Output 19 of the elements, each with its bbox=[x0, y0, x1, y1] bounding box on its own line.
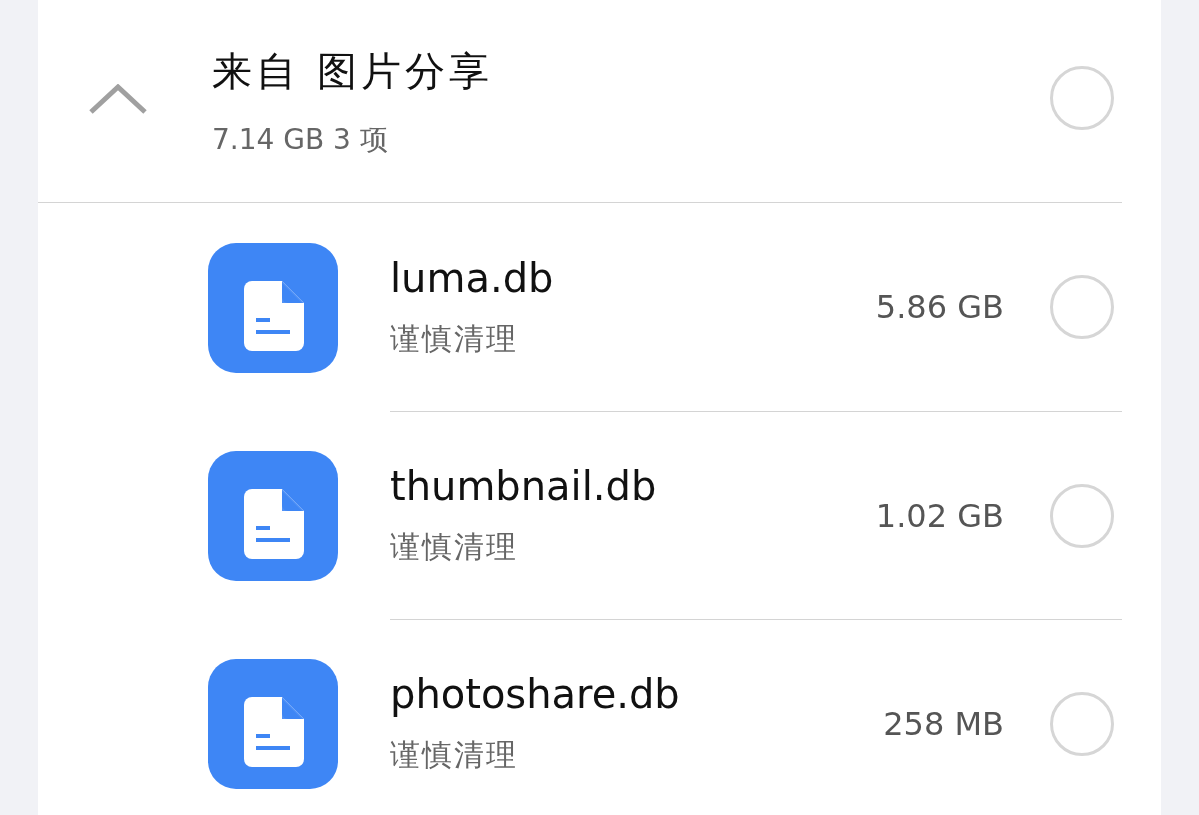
file-name: luma.db bbox=[390, 254, 555, 301]
file-name: thumbnail.db bbox=[390, 463, 658, 509]
file-size: 5.86 GB bbox=[875, 288, 1004, 326]
document-icon bbox=[208, 659, 338, 789]
select-radio[interactable] bbox=[1050, 66, 1114, 130]
select-radio[interactable] bbox=[1050, 483, 1114, 548]
file-size: 1.02 GB bbox=[875, 496, 1004, 535]
select-radio[interactable] bbox=[1050, 275, 1114, 339]
file-status: 谨慎清理 bbox=[390, 736, 519, 774]
document-icon bbox=[208, 451, 338, 581]
file-status: 谨慎清理 bbox=[390, 528, 519, 566]
file-name: photoshare.db bbox=[390, 671, 681, 717]
document-icon bbox=[208, 243, 338, 373]
chevron-icon[interactable] bbox=[88, 84, 148, 114]
select-radio[interactable] bbox=[1050, 691, 1114, 756]
file-size: 258 MB bbox=[883, 704, 1004, 743]
file-status: 谨慎清理 bbox=[390, 319, 519, 358]
group-title: 来自 图片分享 bbox=[212, 47, 494, 96]
group-summary: 7.14 GB 3 项 bbox=[212, 122, 389, 158]
